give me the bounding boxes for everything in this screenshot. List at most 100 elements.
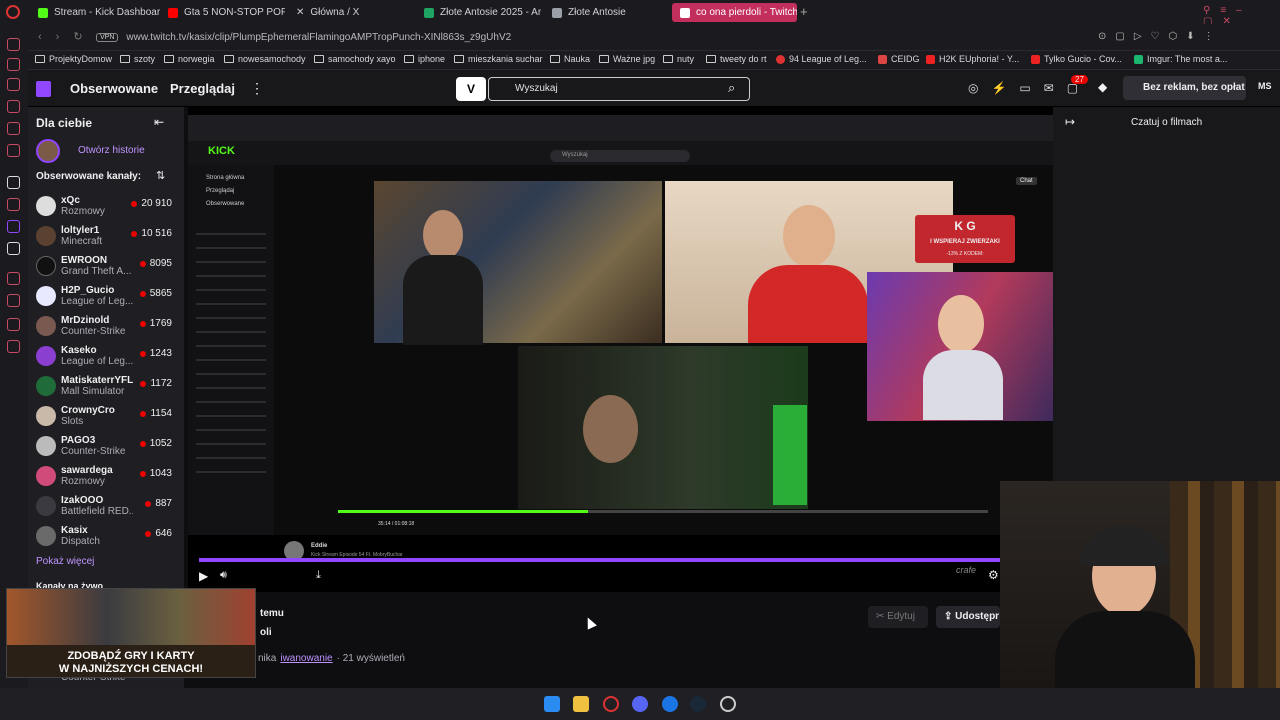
play-icon[interactable]: ▶ <box>199 569 208 583</box>
browser-tab-bar: Stream - Kick Dashboard Gta 5 NON-STOP P… <box>0 0 1280 27</box>
history-avatar[interactable] <box>36 139 60 163</box>
tab-twitch-clip[interactable]: co ona pierdoli - Twitch <box>672 3 797 22</box>
sidebar-item-crownycro[interactable]: CrownyCro Slots 1154 <box>34 403 182 433</box>
sidebar-item-ewroon[interactable]: EWROON Grand Theft A... 8095 <box>34 253 182 283</box>
player-icon[interactable] <box>7 144 20 157</box>
windows-start-icon[interactable] <box>544 696 560 712</box>
extension-v-icon[interactable]: V <box>456 77 486 101</box>
twitch-logo-icon[interactable] <box>36 81 51 97</box>
tab-x-home[interactable]: ✕ Główna / X <box>288 3 413 22</box>
sort-icon[interactable]: ⇅ <box>156 169 165 182</box>
steam-icon[interactable] <box>690 696 706 712</box>
sidebar-item-mrdzinold[interactable]: MrDzinold Counter-Strike 1769 <box>34 313 182 343</box>
avatar[interactable]: MS <box>1258 81 1272 91</box>
refresh-icon[interactable] <box>7 318 20 331</box>
video-player[interactable]: KICK Wyszukaj Strona główna Przeglądaj O… <box>188 107 1053 592</box>
clip-progress-bar[interactable] <box>199 558 1001 562</box>
person-hoodie <box>1055 611 1195 688</box>
sidebar-item-pago3[interactable]: PAGO3 Counter-Strike 1052 <box>34 433 182 463</box>
adfree-button[interactable]: Bez reklam, bez opłat <box>1123 76 1246 100</box>
sidebar-item-matiskaterryfl[interactable]: MatiskaterrYFL Mall Simulator 1172 <box>34 373 182 403</box>
folder-icon <box>35 55 45 63</box>
bookmark[interactable]: samochody xayo <box>314 54 396 64</box>
edit-button[interactable]: ✂ Edytuj <box>868 606 928 628</box>
folder-icon <box>314 55 324 63</box>
bookmark[interactable]: CEIDG <box>878 54 920 64</box>
volume-icon[interactable]: 🔊︎ <box>220 569 227 582</box>
more-menu-icon[interactable]: ⋮ <box>250 80 264 97</box>
obs-icon[interactable] <box>720 696 736 712</box>
search-input[interactable]: Wyszukaj <box>488 77 750 101</box>
discord-icon[interactable] <box>632 696 648 712</box>
messenger-taskbar-icon[interactable] <box>662 696 678 712</box>
bookmark[interactable]: nuty <box>663 54 694 64</box>
clipper-link[interactable]: iwanowanie <box>280 653 332 664</box>
vpn-badge[interactable]: VPN <box>96 33 119 42</box>
settings-gear-icon[interactable]: ⚙ <box>988 568 999 582</box>
folder-icon <box>599 55 609 63</box>
sidebar-item-kaseko[interactable]: Kaseko League of Leg... 1243 <box>34 343 182 373</box>
open-history-link[interactable]: Otwórz historie <box>78 145 145 156</box>
bookmark[interactable]: Ważne jpg <box>599 54 655 64</box>
instagram-icon[interactable] <box>7 78 20 91</box>
settings-icon[interactable] <box>7 340 20 353</box>
gift-icon[interactable] <box>7 100 20 113</box>
opera-logo-icon[interactable] <box>6 5 20 19</box>
bits-icon[interactable]: ◆ <box>1098 80 1107 94</box>
wallet-icon[interactable] <box>7 122 20 135</box>
sidebar-item-izakooo[interactable]: IzakOOO Battlefield RED... 887 <box>34 493 182 523</box>
tab-zlote-antosie-sheet[interactable]: Złote Antosie 2025 - Ark <box>416 3 541 22</box>
history-icon[interactable] <box>7 294 20 307</box>
messenger-icon[interactable] <box>7 58 20 71</box>
ad-banner[interactable]: ZDOBĄDŹ GRY I KARTY W NAJNIŻSZYCH CENACH… <box>6 588 256 678</box>
sidebar-item-loltyler1[interactable]: loltyler1 Minecraft 10 516 <box>34 223 182 253</box>
bookmark[interactable]: tweety do rt <box>706 54 767 64</box>
sidebar-item-sawardega[interactable]: sawardega Rozmowy 1043 <box>34 463 182 493</box>
bookmark[interactable]: H2K EUphoria! - Y... <box>926 54 1019 64</box>
file-explorer-icon[interactable] <box>573 696 589 712</box>
bookmark[interactable]: ProjektyDomow <box>35 54 112 64</box>
sidebar-item-kasix[interactable]: Kasix Dispatch 646 <box>34 523 182 553</box>
followed-label: Obserwowane kanały: <box>36 171 142 182</box>
bookmark[interactable]: Imgur: The most a... <box>1134 54 1227 64</box>
url-field[interactable]: VPN www.twitch.tv/kasix/clip/PlumpEpheme… <box>96 29 1086 46</box>
bookmark[interactable]: nowesamochody <box>224 54 306 64</box>
bookmark[interactable]: Nauka <box>550 54 590 64</box>
show-more-link[interactable]: Pokaż więcej <box>36 556 94 567</box>
bookmark[interactable]: iphone <box>404 54 445 64</box>
person-face <box>583 395 638 463</box>
opera-taskbar-icon[interactable] <box>603 696 619 712</box>
download-icon[interactable]: ⤓ <box>316 569 321 582</box>
twitch-sidebar-icon[interactable] <box>7 220 20 233</box>
bookmark[interactable]: Tylko Gucio - Cov... <box>1031 54 1122 64</box>
tab-label: Złote Antosie <box>568 7 626 18</box>
aria-icon[interactable] <box>7 176 20 189</box>
tab-zlote-antosie[interactable]: Złote Antosie <box>544 3 669 22</box>
expand-icon[interactable]: ↦ <box>1065 115 1075 129</box>
watermark: crafe <box>956 565 977 575</box>
bookmark[interactable]: szoty <box>120 54 155 64</box>
tab-label: Stream - Kick Dashboard <box>54 7 160 18</box>
doc-favicon-icon <box>552 7 562 18</box>
sidebar-item-xqc[interactable]: xQc Rozmowy 20 910 <box>34 193 182 223</box>
chatgpt-icon[interactable] <box>7 198 20 211</box>
share-button[interactable]: ⇪ Udostępr <box>936 606 1000 628</box>
tab-kick-dashboard[interactable]: Stream - Kick Dashboard <box>30 3 160 22</box>
clock-icon[interactable] <box>7 272 20 285</box>
back-arrow-icon[interactable] <box>7 38 20 51</box>
browser-toolbar-icons[interactable]: ⊙▢▷♡⬡⬇⋮ <box>1098 31 1223 42</box>
bookmark[interactable]: norwegia <box>164 54 215 64</box>
sidebar-item-h2p-gucio[interactable]: H2P_Gucio League of Leg... 5865 <box>34 283 182 313</box>
kick-browser-chrome <box>188 115 1053 141</box>
tab-gta-music[interactable]: Gta 5 NON-STOP POP ra <box>160 3 285 22</box>
new-tab-button[interactable]: + <box>800 4 808 19</box>
nav-buttons[interactable]: ‹›↻ <box>38 30 97 43</box>
collapse-icon[interactable]: ⇤ <box>154 115 164 129</box>
avatar <box>36 406 56 426</box>
x-sidebar-icon[interactable] <box>7 242 20 255</box>
nav-following[interactable]: Obserwowane <box>70 81 158 96</box>
nav-browse[interactable]: Przeglądaj <box>170 81 235 96</box>
bookmark[interactable]: 94 League of Leg... <box>776 54 867 64</box>
search-icon[interactable]: ⌕ <box>728 80 735 96</box>
bookmark[interactable]: mieszkania suchar <box>454 54 543 64</box>
